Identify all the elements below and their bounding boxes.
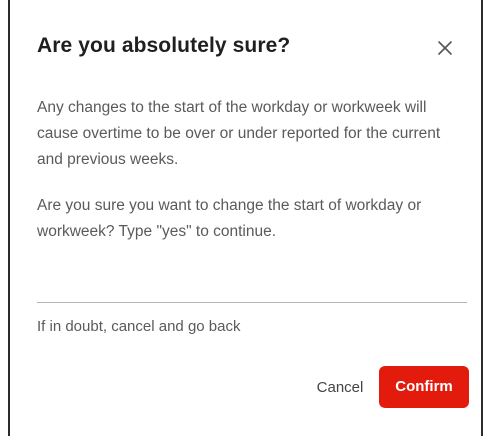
confirmation-dialog: Are you absolutely sure? Any changes to …	[10, 0, 481, 436]
confirm-button[interactable]: Confirm	[379, 366, 469, 408]
warning-text: Any changes to the start of the workday …	[37, 99, 441, 168]
close-icon	[438, 41, 452, 55]
confirmation-instructions: Are you sure you want to change the star…	[37, 197, 422, 240]
helper-text: If in doubt, cancel and go back	[37, 318, 241, 335]
close-button[interactable]	[431, 34, 459, 62]
input-underline	[37, 302, 467, 303]
dialog-frame: Are you absolutely sure? Any changes to …	[8, 0, 483, 436]
dialog-title: Are you absolutely sure?	[37, 34, 291, 57]
confirmation-input[interactable]	[37, 266, 467, 300]
cancel-button[interactable]: Cancel	[310, 368, 370, 408]
